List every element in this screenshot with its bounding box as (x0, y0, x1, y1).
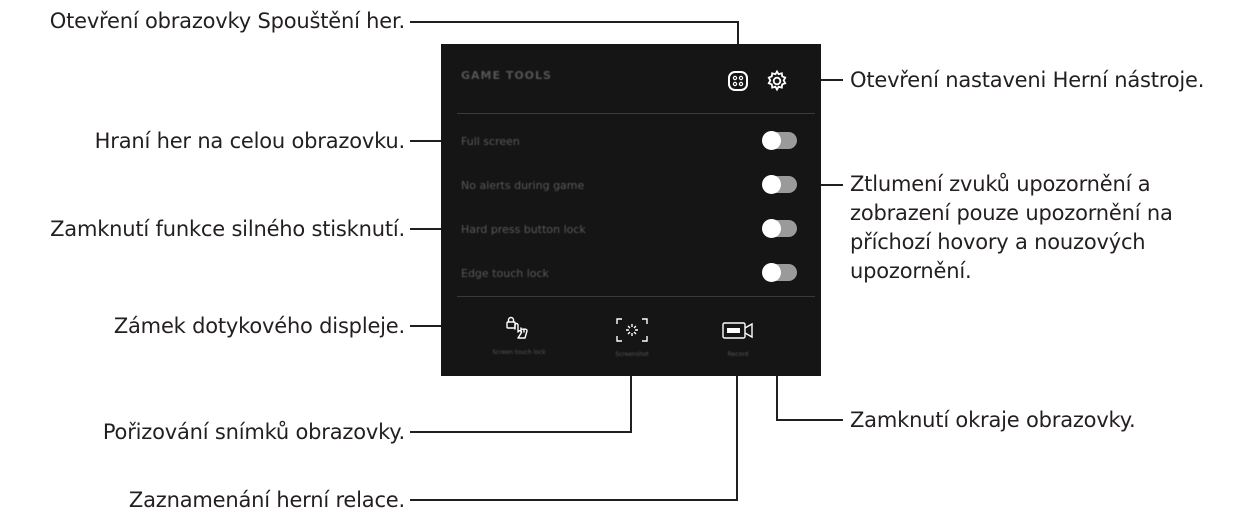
callout-record: Zaznamenání herní relace. (128, 488, 405, 512)
callout-launcher: Otevření obrazovky Spouštění her. (49, 9, 405, 33)
screen-touch-lock-button[interactable] (501, 314, 537, 344)
screenshot-icon (616, 318, 648, 342)
row-label-no-alerts: No alerts during game (461, 179, 585, 192)
panel-divider-top (457, 113, 815, 114)
game-tools-panel: GAME TOOLS Full screen No alerts during … (441, 44, 821, 376)
toggle-full-screen[interactable] (762, 131, 797, 150)
row-label-hard-press: Hard press button lock (461, 223, 586, 236)
callout-hardpress: Zamknutí funkce silného stisknutí. (50, 217, 405, 241)
callout-alerts: Ztlumení zvuků upozornění a zobrazení po… (850, 172, 1173, 283)
label-screenshot: Screenshot (615, 351, 649, 358)
panel-title: GAME TOOLS (461, 69, 552, 82)
record-button[interactable] (721, 320, 755, 342)
record-video-icon (722, 322, 753, 339)
callout-touchlock: Zámek dotykového displeje. (113, 314, 405, 338)
gear-icon[interactable] (765, 69, 789, 97)
row-label-edge-touch: Edge touch lock (461, 267, 549, 280)
label-screen-touch-lock: Screen touch lock (492, 349, 546, 356)
label-record: Record (727, 351, 749, 358)
toggle-no-alerts[interactable] (762, 175, 797, 194)
screenshot-button[interactable] (615, 317, 649, 343)
leader-record (410, 367, 738, 501)
touch-lock-icon (506, 316, 528, 339)
row-label-full-screen: Full screen (461, 135, 520, 148)
callout-settings: Otevření nastaveni Herní nástroje. (850, 68, 1205, 92)
toggle-edge-touch[interactable] (762, 263, 797, 282)
toggle-hard-press[interactable] (762, 219, 797, 238)
callout-screenshot: Pořizování snímků obrazovky. (102, 420, 405, 444)
leader-screenshot (410, 367, 632, 433)
panel-divider-bottom (457, 296, 815, 297)
game-launcher-icon[interactable] (727, 70, 749, 96)
callout-edge: Zamknutí okraje obrazovky. (850, 408, 1136, 432)
callout-fullscreen: Hraní her na celou obrazovku. (94, 129, 406, 153)
